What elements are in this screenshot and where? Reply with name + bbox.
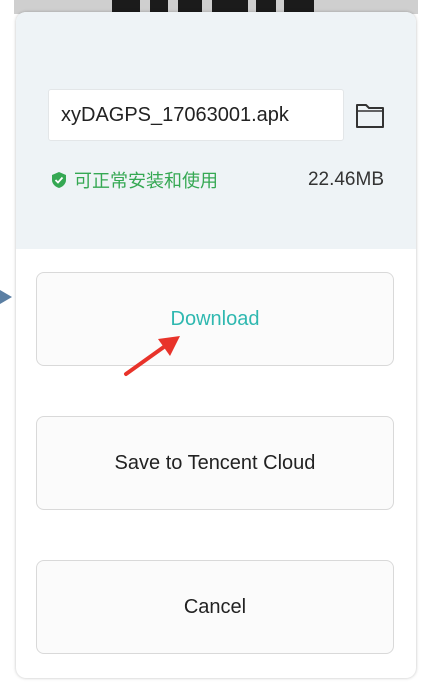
background-qr-fragment <box>256 0 276 12</box>
background-qr-fragment <box>212 0 248 12</box>
background-qr-fragment <box>178 0 202 12</box>
background-qr-fragment <box>284 0 314 12</box>
pointer-arrow-icon <box>0 290 12 304</box>
background-right <box>418 0 430 682</box>
file-size: 22.46MB <box>307 169 384 190</box>
folder-icon[interactable] <box>354 100 386 130</box>
file-info-panel: xyDAGPS_17063001.apk 可正常安装和使用 22.46MB <box>16 12 416 249</box>
download-dialog: xyDAGPS_17063001.apk 可正常安装和使用 22.46MB Do… <box>16 12 416 678</box>
background-qr-fragment <box>150 0 168 12</box>
cancel-label: Cancel <box>183 595 247 618</box>
save-tencent-label: Save to Tencent Cloud <box>114 451 316 474</box>
cancel-button[interactable]: Cancel <box>36 560 394 654</box>
background-left <box>0 0 14 682</box>
shield-check-icon <box>52 172 66 188</box>
background-qr-fragment <box>112 0 140 12</box>
save-to-tencent-cloud-button[interactable]: Save to Tencent Cloud <box>36 416 394 510</box>
annotation-arrow-icon <box>124 336 180 376</box>
filename-input[interactable]: xyDAGPS_17063001.apk <box>48 89 344 141</box>
safe-install-label: 可正常安装和使用 <box>74 171 218 191</box>
download-button[interactable]: Download <box>36 272 394 366</box>
safe-install-status: 可正常安装和使用 <box>52 168 218 192</box>
